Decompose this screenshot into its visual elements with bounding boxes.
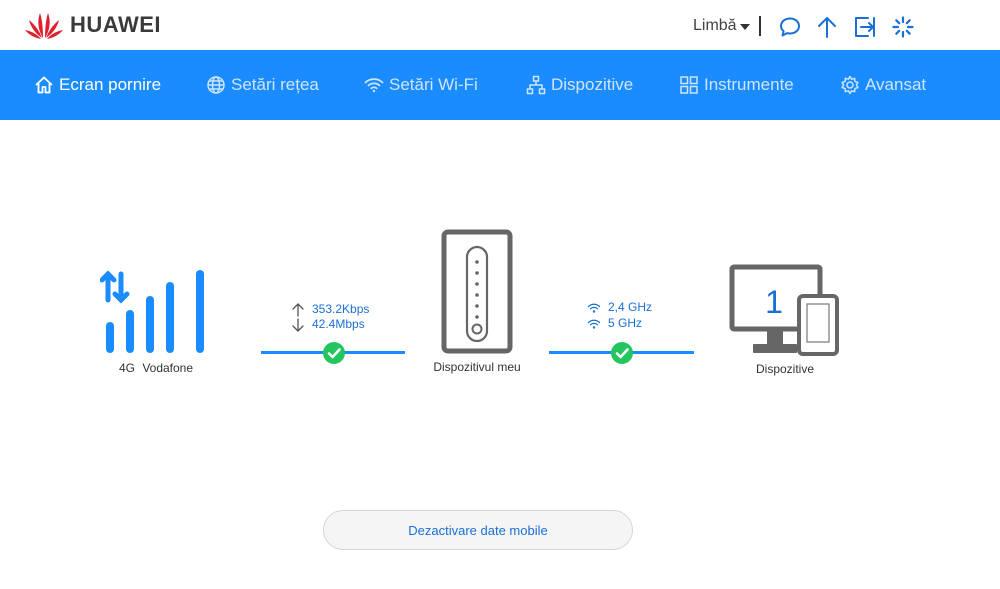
devices-label: Dispozitive bbox=[755, 362, 815, 376]
network-type: 4G bbox=[118, 361, 135, 375]
connected-devices-icon[interactable]: 1 bbox=[729, 264, 841, 357]
nav-devices-label: Dispozitive bbox=[551, 75, 634, 94]
wifi-connected-check-icon bbox=[611, 342, 633, 364]
gear-icon bbox=[841, 75, 859, 95]
main-navigation: Ecran pornire Setări rețea Setări Wi-Fi … bbox=[0, 50, 1000, 120]
home-icon bbox=[35, 76, 53, 94]
update-arrow-icon[interactable] bbox=[815, 15, 839, 39]
wifi-band2-icon bbox=[587, 319, 601, 329]
header-divider bbox=[759, 16, 761, 36]
router-label: Dispozitivul meu bbox=[433, 360, 521, 374]
wifi-band-5ghz: 5 GHz bbox=[608, 316, 643, 330]
download-speed: 42.4Mbps bbox=[312, 317, 365, 331]
home-dashboard: 4G Vodafone 353.2Kbps 42.4Mbps Dispoziti… bbox=[0, 120, 1000, 589]
wifi-bands: 2,4 GHz 5 GHz bbox=[587, 300, 652, 331]
cellular-signal-icon[interactable] bbox=[99, 270, 212, 356]
network-icon bbox=[526, 75, 546, 95]
wifi-icon bbox=[364, 78, 384, 93]
language-selector[interactable]: Limbă bbox=[693, 17, 750, 35]
nav-wifi-settings[interactable]: Setări Wi-Fi bbox=[364, 50, 478, 120]
internet-connected-check-icon bbox=[323, 342, 345, 364]
network-label: 4G Vodafone bbox=[100, 361, 212, 375]
globe-icon bbox=[207, 76, 225, 94]
grid-icon bbox=[680, 76, 698, 94]
language-label: Limbă bbox=[693, 17, 737, 34]
nav-devices[interactable]: Dispozitive bbox=[526, 50, 633, 120]
nav-home[interactable]: Ecran pornire bbox=[34, 50, 161, 120]
disable-mobile-data-button[interactable]: Dezactivare date mobile bbox=[323, 510, 633, 550]
loading-spinner-icon[interactable] bbox=[891, 15, 915, 39]
huawei-flower-icon bbox=[25, 13, 63, 39]
device-count: 1 bbox=[765, 284, 783, 320]
nav-home-label: Ecran pornire bbox=[59, 75, 162, 94]
logout-icon[interactable] bbox=[853, 15, 877, 39]
speed-readout: 353.2Kbps 42.4Mbps bbox=[291, 302, 369, 332]
router-device-icon[interactable] bbox=[441, 229, 513, 354]
wifi-band1-icon bbox=[587, 303, 601, 313]
network-operator: Vodafone bbox=[142, 361, 194, 375]
nav-network-settings[interactable]: Setări rețea bbox=[206, 50, 319, 120]
nav-advanced[interactable]: Avansat bbox=[840, 50, 926, 120]
brand-name: HUAWEI bbox=[70, 12, 161, 37]
upload-arrow-icon bbox=[292, 302, 304, 317]
nav-tools-label: Instrumente bbox=[704, 75, 794, 94]
wifi-band-2ghz: 2,4 GHz bbox=[608, 300, 653, 314]
message-icon[interactable] bbox=[778, 15, 802, 39]
nav-tools[interactable]: Instrumente bbox=[679, 50, 794, 120]
huawei-logo: HUAWEI bbox=[24, 10, 161, 40]
download-arrow-icon bbox=[292, 317, 304, 332]
top-header: HUAWEI Limbă bbox=[0, 0, 1000, 50]
caret-down-icon bbox=[739, 23, 750, 30]
nav-advanced-label: Avansat bbox=[865, 75, 927, 94]
nav-wifi-settings-label: Setări Wi-Fi bbox=[389, 75, 478, 94]
upload-speed: 353.2Kbps bbox=[312, 302, 370, 316]
nav-network-settings-label: Setări rețea bbox=[231, 75, 319, 94]
